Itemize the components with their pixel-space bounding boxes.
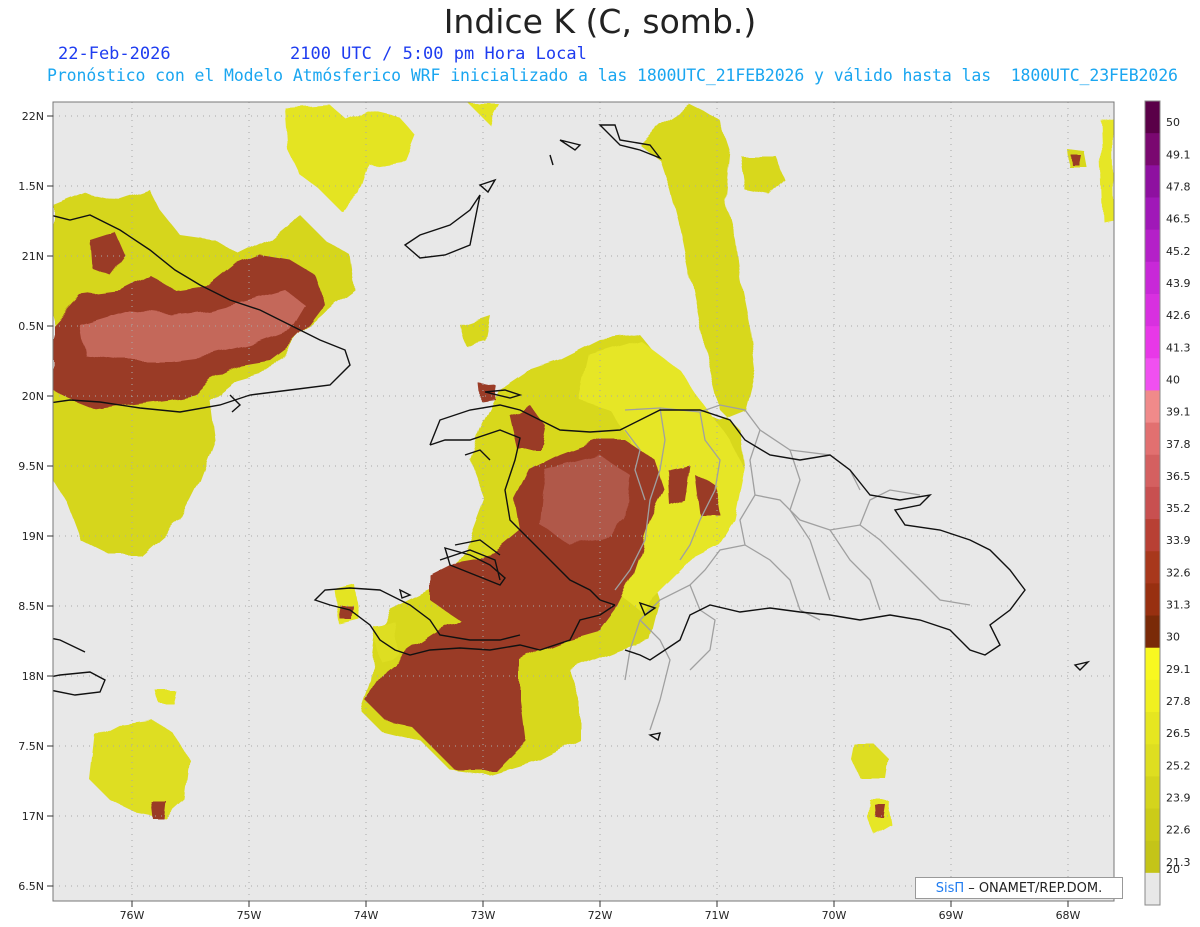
colorbar-swatch [1145,486,1160,520]
colorbar-label: 37.8 [1166,438,1191,451]
lat-label: 9.5N [18,460,44,473]
colorbar-label: 25.2 [1166,759,1191,772]
colorbar-label: 39.1 [1166,406,1191,419]
latitude-labels: 22N 1.5N 21N 0.5N 20N 9.5N 19N 8.5N 18N … [18,110,44,893]
lat-label: 18N [22,670,44,683]
colorbar-label: 35.2 [1166,502,1191,515]
colorbar-label: 40 [1166,373,1180,386]
colorbar-label: 26.5 [1166,727,1191,740]
colorbar-label: 20 [1166,863,1180,876]
colorbar-swatch [1145,712,1160,745]
colorbar-swatch [1145,326,1160,359]
colorbar-label: 42.6 [1166,309,1191,322]
colorbar-label: 45.2 [1166,245,1191,258]
lat-label: 20N [22,390,44,403]
colorbar-swatch [1145,872,1160,906]
colorbar-swatch [1145,293,1160,327]
lon-label: 70W [822,909,847,922]
lat-label: 22N [22,110,44,123]
colorbar-swatch [1145,776,1160,810]
longitude-labels: 76W 75W 74W 73W 72W 71W 70W 69W 68W [120,909,1081,922]
colorbar-swatch [1145,615,1160,649]
lat-label: 17N [22,810,44,823]
colorbar-swatch [1145,133,1160,166]
colorbar-label: 49.1 [1166,148,1191,161]
colorbar-label: 31.3 [1166,599,1191,612]
lon-label: 73W [471,909,496,922]
lon-label: 71W [705,909,730,922]
k-index-map: 22N 1.5N 21N 0.5N 20N 9.5N 19N 8.5N 18N … [18,100,1191,922]
colorbar-swatch [1145,454,1160,488]
colorbar-swatch [1145,840,1160,874]
colorbar-label: 43.9 [1166,277,1191,290]
colorbar-label: 36.5 [1166,470,1191,483]
colorbar-label: 27.8 [1166,695,1191,708]
colorbar-label: 33.9 [1166,534,1191,547]
colorbar-label: 47.8 [1166,180,1191,193]
colorbar-swatch [1145,422,1160,456]
lon-label: 72W [588,909,613,922]
latitude-axis [47,115,53,887]
lat-label: 21N [22,250,44,263]
longitude-axis [131,901,1069,907]
colorbar-label: 41.3 [1166,341,1191,354]
colorbar-swatch [1145,197,1160,231]
colorbar-swatch [1145,551,1160,584]
colorbar-swatch [1145,519,1160,552]
sispi-logo: SisΠ [935,880,965,896]
lat-label: 0.5N [18,320,44,333]
lon-label: 76W [120,909,145,922]
colorbar-label: 22.6 [1166,824,1191,837]
colorbar-swatch [1145,679,1160,713]
colorbar-swatch [1145,261,1160,295]
colorbar-label: 32.6 [1166,566,1191,579]
colorbar-label: 29.1 [1166,663,1191,676]
lon-label: 75W [237,909,262,922]
lat-label: 6.5N [18,880,44,893]
colorbar-swatch [1145,808,1160,842]
colorbar-swatch [1145,390,1160,424]
lat-label: 8.5N [18,600,44,613]
colorbar-label: 30 [1166,631,1180,644]
credit-box: SisΠ – ONAMET/REP.DOM. [915,877,1123,899]
lon-label: 68W [1056,909,1081,922]
colorbar-label: 46.5 [1166,213,1191,226]
colorbar-swatch [1145,165,1160,198]
colorbar: 50 49.1 47.8 46.5 45.2 43.9 42.6 41.3 40 39.1 37.8… [1144,100,1191,906]
lat-label: 1.5N [18,180,44,193]
colorbar-swatch [1145,744,1160,777]
colorbar-swatch [1145,229,1160,263]
lat-label: 7.5N [18,740,44,753]
lon-label: 69W [939,909,964,922]
colorbar-label: 23.9 [1166,792,1191,805]
colorbar-swatch [1145,583,1160,617]
credit-text: – ONAMET/REP.DOM. [968,880,1103,896]
lon-label: 74W [354,909,379,922]
colorbar-swatch [1145,101,1160,134]
colorbar-label: 50 [1166,116,1180,129]
colorbar-swatch [1145,647,1160,681]
colorbar-swatch [1145,358,1160,391]
lat-label: 19N [22,530,44,543]
